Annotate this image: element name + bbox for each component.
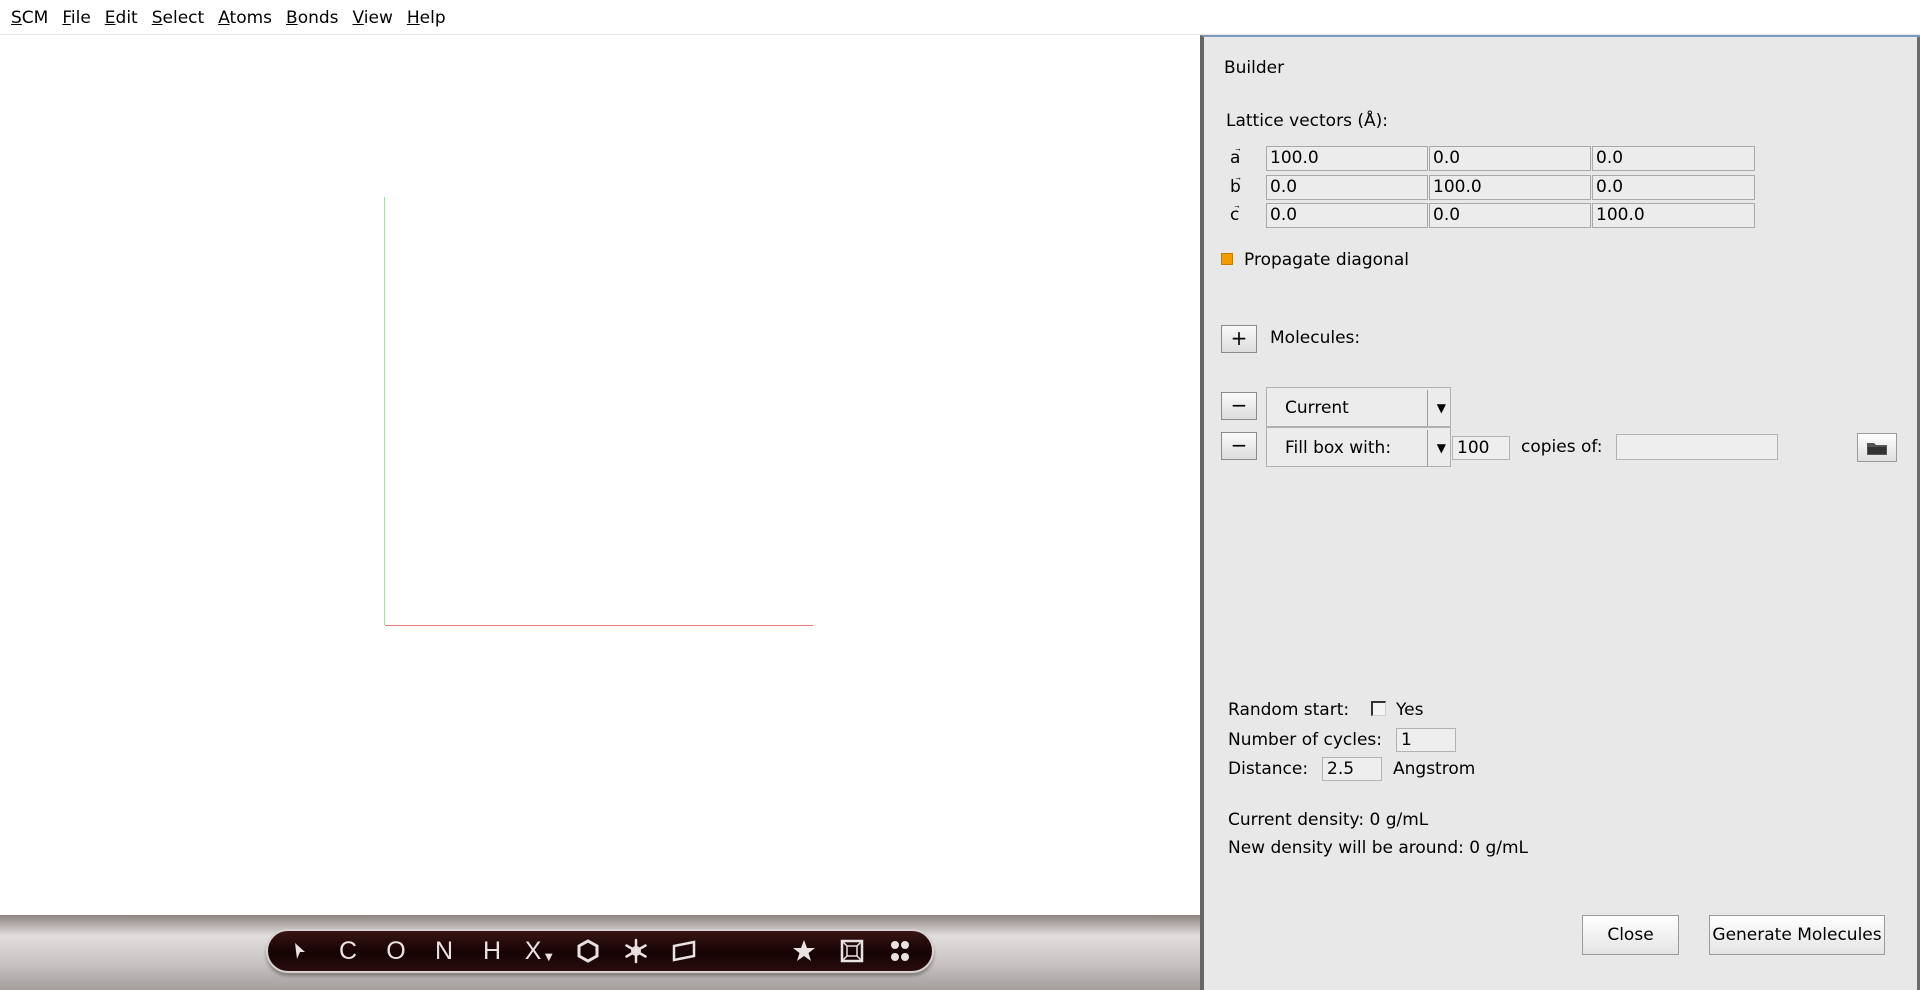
- vector-b-x[interactable]: 0.0: [1266, 175, 1428, 200]
- vector-a-x[interactable]: 100.0: [1266, 146, 1428, 171]
- menu-select[interactable]: Select: [145, 0, 211, 35]
- remove-molecule-button-2[interactable]: −: [1221, 432, 1257, 460]
- star-icon[interactable]: [784, 931, 824, 971]
- atom-toolbar: C O N H X ▼: [266, 929, 934, 973]
- vector-a-label: a⃗: [1230, 148, 1241, 168]
- other-element-label: X: [524, 936, 542, 965]
- oxygen-tool[interactable]: O: [376, 931, 416, 971]
- molecule-source-select-1[interactable]: Current ▼: [1266, 387, 1451, 427]
- menu-view[interactable]: View: [346, 0, 400, 35]
- menu-atoms[interactable]: Atoms: [211, 0, 279, 35]
- propagate-diagonal-label: Propagate diagonal: [1244, 250, 1409, 270]
- cell-icon[interactable]: [832, 931, 872, 971]
- chevron-down-icon: ▼: [1436, 441, 1446, 455]
- menu-edit[interactable]: Edit: [98, 0, 145, 35]
- vector-c-z[interactable]: 100.0: [1592, 203, 1755, 228]
- distance-unit-label: Angstrom: [1393, 759, 1476, 779]
- current-density-text: Current density: 0 g/mL: [1228, 810, 1429, 830]
- vector-b-z[interactable]: 0.0: [1592, 175, 1755, 200]
- random-start-option-label: Yes: [1396, 700, 1424, 720]
- molecules-label: Molecules:: [1270, 328, 1361, 348]
- generate-molecules-button[interactable]: Generate Molecules: [1709, 915, 1885, 955]
- x-axis-line: [385, 625, 813, 626]
- vector-b-y[interactable]: 100.0: [1429, 175, 1591, 200]
- vector-c-y[interactable]: 0.0: [1429, 203, 1591, 228]
- pointer-icon[interactable]: [280, 931, 320, 971]
- plane-icon[interactable]: [664, 931, 704, 971]
- random-start-checkbox[interactable]: [1371, 701, 1386, 716]
- menu-help[interactable]: Help: [400, 0, 453, 35]
- cycles-label: Number of cycles:: [1228, 730, 1383, 750]
- close-button[interactable]: Close: [1582, 915, 1679, 955]
- combo-separator: [1427, 430, 1428, 466]
- menu-file[interactable]: File: [55, 0, 97, 35]
- menu-bonds[interactable]: Bonds: [279, 0, 346, 35]
- hydrogen-tool[interactable]: H: [472, 931, 512, 971]
- nitrogen-tool[interactable]: N: [424, 931, 464, 971]
- random-start-label: Random start:: [1228, 700, 1350, 720]
- distance-label: Distance:: [1228, 759, 1309, 779]
- vector-c-label: c⃗: [1230, 205, 1240, 225]
- molecule-source-value: Fill box with:: [1285, 438, 1392, 458]
- dropdown-arrow-icon: ▼: [542, 948, 556, 964]
- chevron-down-icon: ▼: [1436, 401, 1446, 415]
- folder-icon: [1867, 442, 1887, 455]
- combo-separator: [1427, 390, 1428, 426]
- dots-icon[interactable]: [880, 931, 920, 971]
- vector-b-label: b⃗: [1230, 177, 1241, 197]
- new-density-text: New density will be around: 0 g/mL: [1228, 838, 1529, 858]
- remove-molecule-button-1[interactable]: −: [1221, 392, 1257, 420]
- ring-icon[interactable]: [568, 931, 608, 971]
- browse-folder-button[interactable]: [1857, 433, 1897, 462]
- menu-scm[interactable]: SCM: [4, 0, 55, 35]
- cycles-input[interactable]: 1: [1396, 728, 1456, 752]
- propagate-diagonal-toggle[interactable]: [1221, 253, 1233, 265]
- carbon-tool[interactable]: C: [328, 931, 368, 971]
- snowflake-icon[interactable]: [616, 931, 656, 971]
- vector-a-y[interactable]: 0.0: [1429, 146, 1591, 171]
- y-axis-line: [384, 197, 385, 625]
- copies-of-label: copies of:: [1521, 437, 1603, 457]
- molecule-source-select-2[interactable]: Fill box with: ▼: [1266, 427, 1451, 467]
- other-element-tool[interactable]: X ▼: [520, 931, 560, 971]
- builder-title: Builder: [1224, 58, 1285, 78]
- distance-input[interactable]: 2.5: [1322, 757, 1382, 781]
- molecule-source-value: Current: [1285, 398, 1349, 418]
- molecule-viewport[interactable]: [0, 35, 1200, 915]
- molecule-file-input[interactable]: [1616, 434, 1778, 460]
- copies-input[interactable]: 100: [1452, 436, 1510, 460]
- vector-a-z[interactable]: 0.0: [1592, 146, 1755, 171]
- lattice-vectors-label: Lattice vectors (Å):: [1226, 111, 1388, 131]
- menu-bar: SCM File Edit Select Atoms Bonds View He…: [0, 0, 1920, 35]
- add-molecule-button[interactable]: +: [1221, 325, 1257, 353]
- vector-c-x[interactable]: 0.0: [1266, 203, 1428, 228]
